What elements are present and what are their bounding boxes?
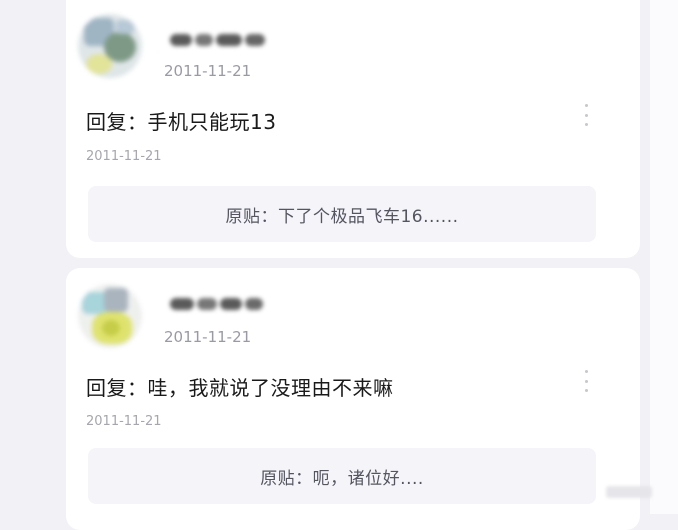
reply-date: 2011-11-21 [86, 149, 162, 164]
username-blurred[interactable] [170, 294, 263, 314]
more-vertical-icon[interactable] [582, 370, 590, 392]
reply-text: 回复：哇，我就说了没理由不来嘛 [86, 376, 394, 400]
more-vertical-icon[interactable] [582, 104, 590, 126]
post-date: 2011-11-21 [164, 328, 252, 346]
avatar[interactable] [78, 14, 142, 78]
reply-text: 回复：手机只能玩13 [86, 110, 277, 134]
avatar[interactable] [78, 284, 142, 348]
username-blurred[interactable] [170, 30, 265, 50]
reply-card: 2011-11-21 回复：手机只能玩13 2011-11-21 原贴：下了个极… [66, 0, 640, 258]
reply-date: 2011-11-21 [86, 414, 162, 429]
right-edge-strip [650, 0, 678, 514]
original-post-quote[interactable]: 原贴：呃，诸位好.... [88, 448, 596, 504]
post-date: 2011-11-21 [164, 62, 252, 80]
reply-card: 2011-11-21 回复：哇，我就说了没理由不来嘛 2011-11-21 原贴… [66, 268, 640, 530]
original-post-quote[interactable]: 原贴：下了个极品飞车16...... [88, 186, 596, 242]
watermark [606, 486, 652, 498]
